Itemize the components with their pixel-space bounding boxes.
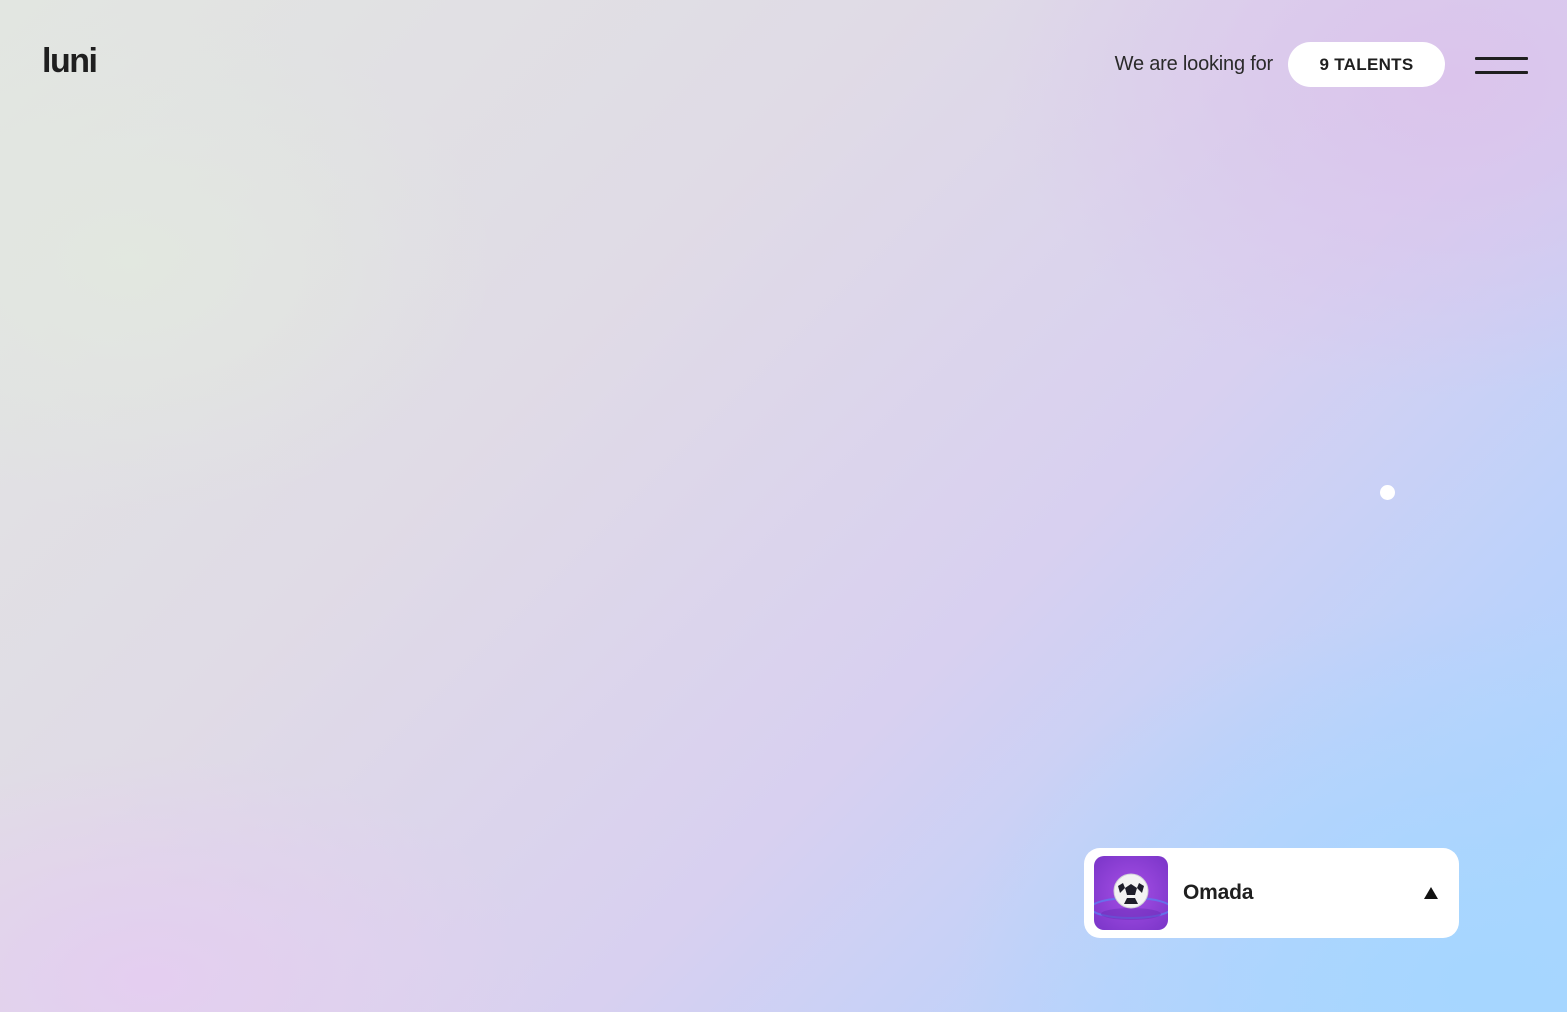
menu-line-bottom: [1475, 70, 1528, 74]
player-card[interactable]: Omada: [1084, 848, 1459, 938]
cursor-dot: [1380, 485, 1395, 500]
triangle-up-icon[interactable]: [1423, 885, 1439, 901]
logo[interactable]: luni: [42, 44, 98, 78]
soccer-ball-icon: [1094, 856, 1168, 930]
header-right: We are looking for 9 TALENTS: [1115, 42, 1528, 87]
hamburger-menu-icon[interactable]: [1475, 44, 1528, 74]
talents-button[interactable]: 9 TALENTS: [1288, 42, 1445, 87]
menu-line-top: [1475, 56, 1528, 60]
looking-for-text: We are looking for: [1114, 53, 1274, 75]
player-title: Omada: [1183, 881, 1254, 904]
